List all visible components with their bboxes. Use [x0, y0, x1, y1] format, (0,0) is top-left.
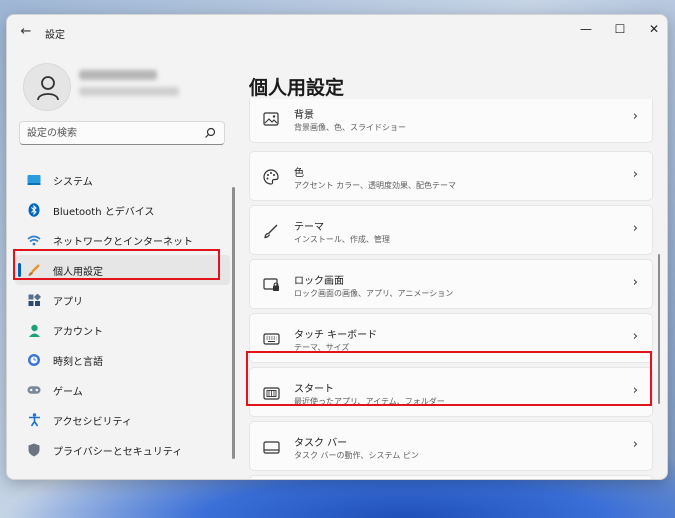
card-title: 背景	[294, 110, 314, 121]
card-colors[interactable]: 色 アクセント カラー、透明度効果、配色テーマ ›	[249, 151, 653, 201]
search-box[interactable]	[19, 121, 225, 145]
image-icon	[262, 110, 280, 128]
chevron-right-icon: ›	[632, 109, 638, 124]
card-subtitle: ロック画面の画像、アプリ、アニメーション	[294, 289, 454, 298]
card-title: タッチ キーボード	[294, 330, 378, 341]
apps-icon	[27, 293, 41, 307]
card-start[interactable]: スタート 最近使ったアプリ、アイテム、フォルダー ›	[249, 367, 653, 417]
monitor-icon	[27, 173, 41, 187]
globe-clock-icon	[27, 353, 41, 367]
card-title: 色	[294, 168, 304, 179]
card-partial[interactable]	[249, 475, 653, 479]
card-subtitle: 最近使ったアプリ、アイテム、フォルダー	[294, 397, 445, 406]
main-scrollbar[interactable]	[658, 254, 660, 404]
sidebar-item-label: 個人用設定	[53, 266, 103, 278]
minimize-button[interactable]: —	[573, 19, 599, 39]
account-icon	[27, 323, 41, 337]
settings-window: ← 設定 — ☐ ✕ システム Bluetooth とデバイス	[6, 14, 668, 480]
sidebar-item-system[interactable]: システム	[15, 165, 230, 195]
chevron-right-icon: ›	[632, 167, 638, 182]
search-icon[interactable]	[204, 127, 216, 139]
card-subtitle: アクセント カラー、透明度効果、配色テーマ	[294, 181, 457, 190]
chevron-right-icon: ›	[632, 329, 638, 344]
selected-indicator	[18, 263, 21, 277]
search-input[interactable]	[27, 125, 197, 141]
brush-icon	[262, 222, 280, 240]
card-title: テーマ	[294, 222, 324, 233]
gamepad-icon	[27, 383, 41, 397]
card-background[interactable]: 背景 背景画像、色、スライドショー ›	[249, 99, 653, 143]
lock-screen-icon	[262, 276, 280, 294]
taskbar-icon	[262, 438, 280, 456]
sidebar-item-personalization[interactable]: 個人用設定	[15, 255, 230, 285]
sidebar-nav: システム Bluetooth とデバイス ネットワークとインターネット 個人用設…	[15, 165, 230, 465]
sidebar-item-accessibility[interactable]: アクセシビリティ	[15, 405, 230, 435]
close-button[interactable]: ✕	[641, 19, 667, 39]
profile-email-redacted	[79, 87, 179, 96]
card-subtitle: テーマ、サイズ	[294, 343, 350, 352]
sidebar-item-label: アカウント	[53, 326, 103, 338]
sidebar-item-label: ネットワークとインターネット	[53, 236, 193, 248]
card-subtitle: タスク バーの動作、システム ピン	[294, 451, 419, 460]
profile-name-redacted	[79, 70, 157, 80]
sidebar-item-label: Bluetooth とデバイス	[53, 206, 155, 218]
sidebar-item-gaming[interactable]: ゲーム	[15, 375, 230, 405]
chevron-right-icon: ›	[632, 437, 638, 452]
card-touch-keyboard[interactable]: タッチ キーボード テーマ、サイズ ›	[249, 313, 653, 363]
chevron-right-icon: ›	[632, 275, 638, 290]
sidebar-item-label: アプリ	[53, 296, 83, 308]
sidebar-item-bluetooth[interactable]: Bluetooth とデバイス	[15, 195, 230, 225]
card-title: ロック画面	[294, 276, 344, 287]
avatar[interactable]	[23, 63, 71, 111]
sidebar-item-time-language[interactable]: 時刻と言語	[15, 345, 230, 375]
sidebar-item-network[interactable]: ネットワークとインターネット	[15, 225, 230, 255]
page-title: 個人用設定	[249, 77, 345, 99]
card-subtitle: 背景画像、色、スライドショー	[294, 123, 406, 132]
chevron-right-icon: ›	[632, 383, 638, 398]
sidebar-item-apps[interactable]: アプリ	[15, 285, 230, 315]
card-lock-screen[interactable]: ロック画面 ロック画面の画像、アプリ、アニメーション ›	[249, 259, 653, 309]
brush-icon	[27, 263, 41, 277]
sidebar-scrollbar[interactable]	[232, 187, 235, 459]
start-icon	[262, 384, 280, 402]
sidebar-item-accounts[interactable]: アカウント	[15, 315, 230, 345]
sidebar-item-label: ゲーム	[53, 386, 83, 398]
window-title: 設定	[45, 30, 65, 41]
card-themes[interactable]: テーマ インストール、作成、管理 ›	[249, 205, 653, 255]
card-subtitle: インストール、作成、管理	[294, 235, 390, 244]
user-icon	[37, 76, 59, 101]
sidebar-item-label: プライバシーとセキュリティ	[53, 446, 183, 458]
title-bar: ← 設定 — ☐ ✕	[7, 15, 667, 49]
sidebar-item-label: アクセシビリティ	[53, 416, 132, 428]
card-title: タスク バー	[294, 438, 348, 449]
palette-icon	[262, 168, 280, 186]
sidebar-item-privacy[interactable]: プライバシーとセキュリティ	[15, 435, 230, 465]
settings-card-list: 背景 背景画像、色、スライドショー › 色 アクセント カラー、透明度効果、配色…	[249, 99, 653, 479]
back-arrow-icon[interactable]: ←	[17, 23, 35, 41]
sidebar-item-label: 時刻と言語	[53, 356, 103, 368]
maximize-button[interactable]: ☐	[607, 19, 633, 39]
card-title: スタート	[294, 384, 334, 395]
sidebar-item-label: システム	[53, 176, 93, 188]
accessibility-icon	[27, 413, 41, 427]
chevron-right-icon: ›	[632, 221, 638, 236]
card-taskbar[interactable]: タスク バー タスク バーの動作、システム ピン ›	[249, 421, 653, 471]
keyboard-icon	[262, 330, 280, 348]
wifi-icon	[27, 233, 41, 247]
bluetooth-icon	[27, 203, 41, 217]
shield-icon	[27, 443, 41, 457]
